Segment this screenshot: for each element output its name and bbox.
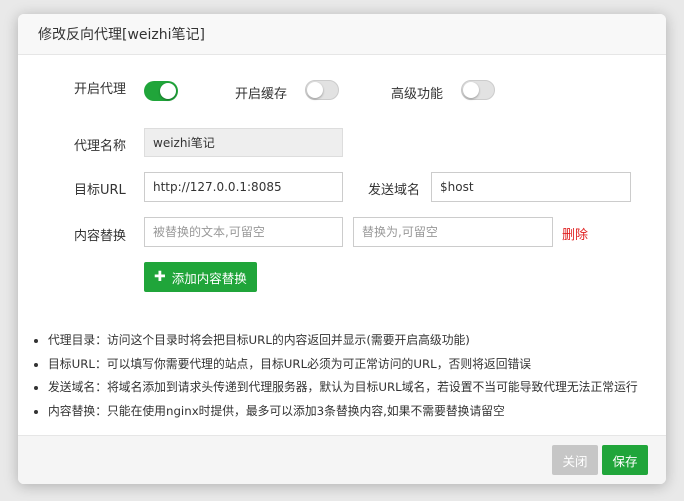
target-url-input[interactable] xyxy=(144,172,343,202)
send-domain-label: 发送域名 xyxy=(368,183,421,198)
advanced-toggle[interactable] xyxy=(461,80,495,100)
proxy-name-label: 代理名称 xyxy=(74,139,127,154)
help-tips: 代理目录：访问这个目录时将会把目标URL的内容返回并显示(需要开启高级功能) 目… xyxy=(32,329,638,423)
tip-item: 代理目录：访问这个目录时将会把目标URL的内容返回并显示(需要开启高级功能) xyxy=(48,329,638,353)
dialog-title: 修改反向代理[weizhi笔记] xyxy=(38,27,205,43)
advanced-label: 高级功能 xyxy=(391,87,444,102)
replace-to-input[interactable] xyxy=(353,217,553,247)
toggle-knob xyxy=(160,83,176,99)
toggle-knob xyxy=(463,82,479,98)
close-button[interactable]: 关闭 xyxy=(552,445,598,475)
plus-icon: ✚ xyxy=(154,269,166,285)
send-domain-input[interactable] xyxy=(431,172,631,202)
add-content-replace-label: 添加内容替换 xyxy=(171,270,247,286)
proxy-name-input[interactable] xyxy=(144,128,343,157)
tip-item: 目标URL：可以填写你需要代理的站点，目标URL必须为可正常访问的URL，否则将… xyxy=(48,353,638,377)
toggle-knob xyxy=(307,82,323,98)
edit-proxy-dialog: 修改反向代理[weizhi笔记] 开启代理 开启缓存 高级功能 代理名称 目标U… xyxy=(18,14,666,484)
enable-proxy-label: 开启代理 xyxy=(74,82,127,97)
dialog-title-bar: 修改反向代理[weizhi笔记] xyxy=(18,14,666,55)
delete-replace-link[interactable]: 删除 xyxy=(562,224,588,243)
save-button[interactable]: 保存 xyxy=(602,445,648,475)
tip-item: 内容替换：只能在使用nginx时提供，最多可以添加3条替换内容,如果不需要替换请… xyxy=(48,400,638,424)
add-content-replace-button[interactable]: ✚ 添加内容替换 xyxy=(144,262,257,292)
tip-item: 发送域名：将域名添加到请求头传递到代理服务器，默认为目标URL域名，若设置不当可… xyxy=(48,376,638,400)
enable-proxy-toggle[interactable] xyxy=(144,81,178,101)
replace-from-input[interactable] xyxy=(144,217,343,247)
content-replace-label: 内容替换 xyxy=(74,229,127,244)
target-url-label: 目标URL xyxy=(74,183,126,198)
dialog-footer: 关闭 保存 xyxy=(18,435,666,484)
enable-cache-label: 开启缓存 xyxy=(235,87,288,102)
enable-cache-toggle[interactable] xyxy=(305,80,339,100)
